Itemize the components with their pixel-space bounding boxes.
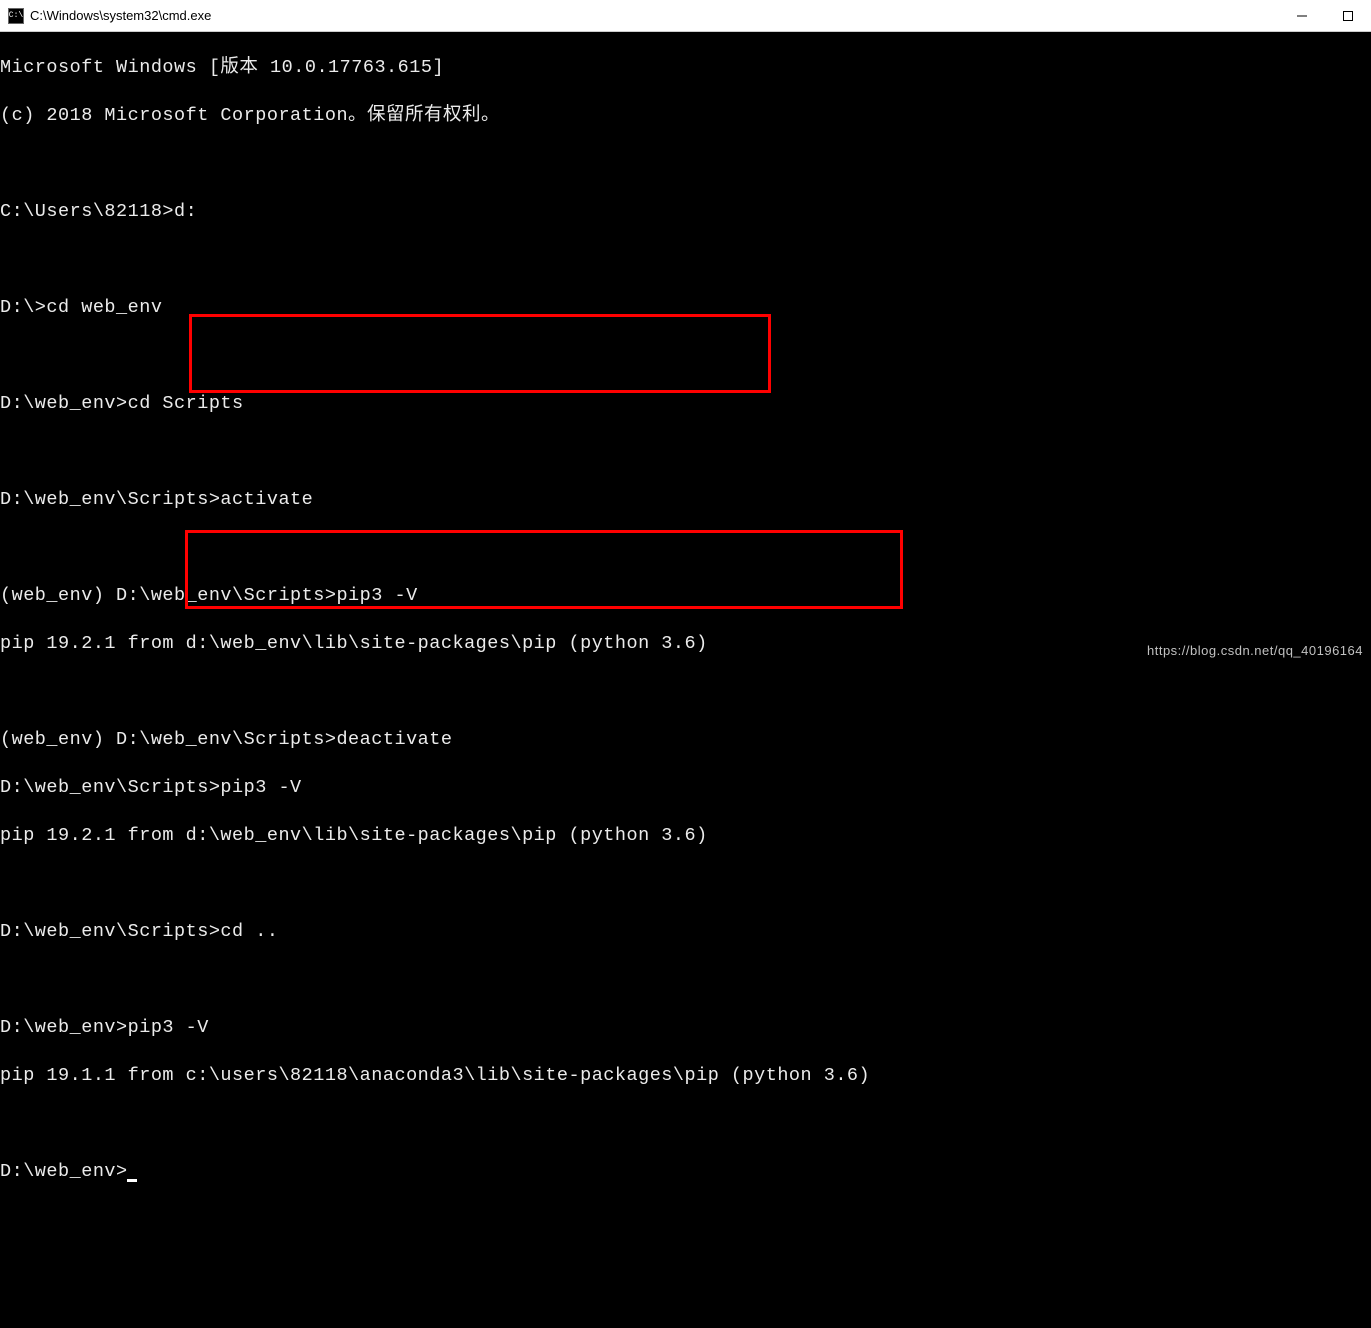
terminal-line: D:\web_env\Scripts>activate [0, 488, 1371, 512]
cmd-icon-text: C:\ [9, 11, 23, 20]
terminal-line [0, 152, 1371, 176]
terminal-line [0, 680, 1371, 704]
minimize-button[interactable] [1279, 0, 1325, 31]
watermark-text: https://blog.csdn.net/qq_40196164 [1147, 639, 1363, 663]
terminal-line [0, 872, 1371, 896]
terminal-line: pip 19.1.1 from c:\users\82118\anaconda3… [0, 1064, 1371, 1088]
maximize-icon [1343, 11, 1353, 21]
terminal-line [0, 344, 1371, 368]
cursor-icon [127, 1179, 137, 1182]
terminal-line [0, 248, 1371, 272]
minimize-icon [1297, 11, 1307, 21]
cmd-icon: C:\ [8, 8, 24, 24]
terminal-line [0, 1112, 1371, 1136]
terminal-line [0, 440, 1371, 464]
terminal-prompt-line: D:\web_env> [0, 1160, 1371, 1184]
terminal-area[interactable]: Microsoft Windows [版本 10.0.17763.615] (c… [0, 32, 1371, 667]
maximize-button[interactable] [1325, 0, 1371, 31]
terminal-line: Microsoft Windows [版本 10.0.17763.615] [0, 56, 1371, 80]
terminal-line: D:\>cd web_env [0, 296, 1371, 320]
terminal-line: (web_env) D:\web_env\Scripts>deactivate [0, 728, 1371, 752]
terminal-line: D:\web_env\Scripts>cd .. [0, 920, 1371, 944]
window-controls [1279, 0, 1371, 31]
terminal-line: (c) 2018 Microsoft Corporation。保留所有权利。 [0, 104, 1371, 128]
terminal-line [0, 968, 1371, 992]
terminal-line [0, 536, 1371, 560]
terminal-line: pip 19.2.1 from d:\web_env\lib\site-pack… [0, 824, 1371, 848]
terminal-line: D:\web_env>cd Scripts [0, 392, 1371, 416]
terminal-line: (web_env) D:\web_env\Scripts>pip3 -V [0, 584, 1371, 608]
window-title: C:\Windows\system32\cmd.exe [30, 8, 1279, 23]
terminal-line: D:\web_env>pip3 -V [0, 1016, 1371, 1040]
terminal-prompt: D:\web_env> [0, 1161, 128, 1182]
terminal-line: D:\web_env\Scripts>pip3 -V [0, 776, 1371, 800]
terminal-line: C:\Users\82118>d: [0, 200, 1371, 224]
window-titlebar: C:\ C:\Windows\system32\cmd.exe [0, 0, 1371, 32]
